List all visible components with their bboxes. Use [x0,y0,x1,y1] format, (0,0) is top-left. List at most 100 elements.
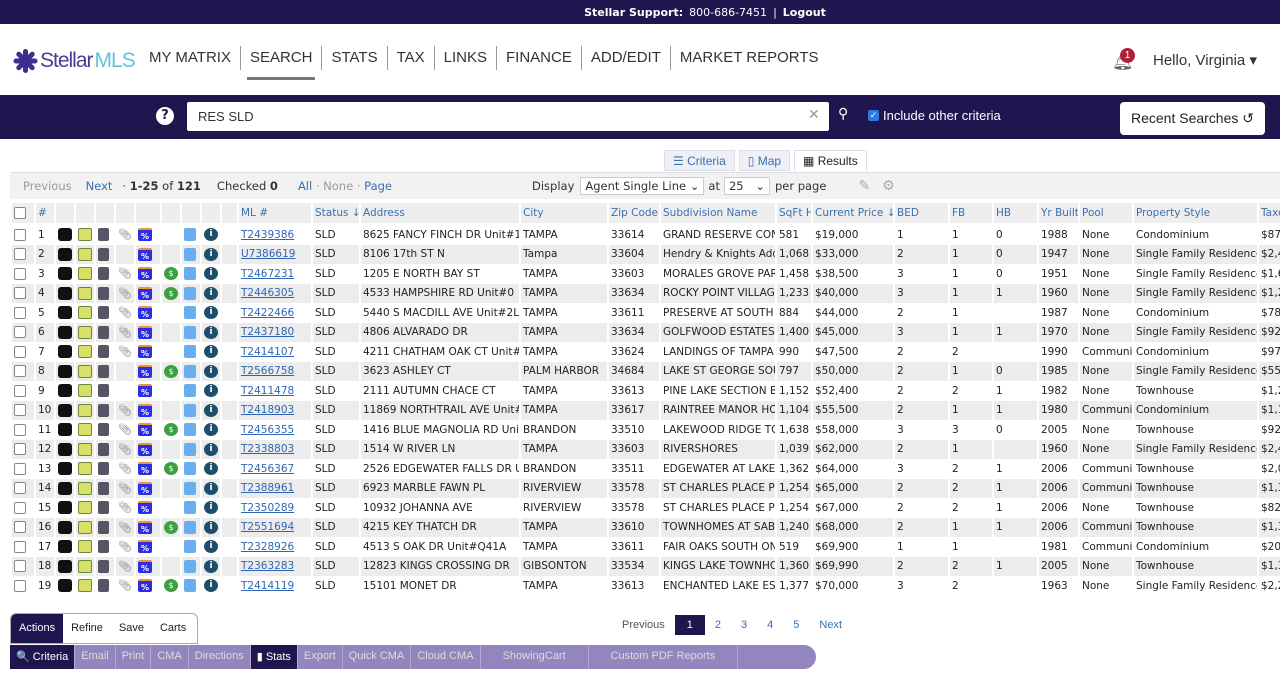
row-checkbox[interactable] [14,365,26,378]
select-all-checkbox[interactable] [12,203,34,225]
action-export[interactable]: Export [298,645,343,669]
info-icon[interactable]: i [204,540,218,554]
bank-icon[interactable] [184,579,196,593]
row-checkbox[interactable] [14,540,26,553]
column-header[interactable]: City [521,203,607,225]
row-checkbox-cell[interactable] [12,478,34,498]
row-checkbox[interactable] [14,501,26,514]
price-change-icon[interactable]: $ [164,364,178,378]
pager-page[interactable]: 1 [674,615,705,635]
photo-icon[interactable] [78,579,92,593]
camera-icon[interactable] [58,345,72,359]
bank-icon[interactable] [184,345,196,359]
bank-icon[interactable] [184,384,196,398]
document-icon[interactable] [98,384,109,398]
action-showingcart[interactable]: ShowingCart [481,645,589,669]
bank-icon[interactable] [184,442,196,456]
camera-icon[interactable] [58,501,72,515]
previous-link[interactable]: Previous [23,179,72,193]
paperclip-icon[interactable]: 📎︎ [118,267,132,280]
bank-icon[interactable] [184,325,196,339]
ml-number-link[interactable]: U7386619 [239,244,311,264]
camera-icon[interactable] [58,462,72,476]
photo-icon[interactable] [78,423,92,437]
paperclip-icon[interactable]: 📎︎ [118,501,132,514]
tab-criteria[interactable]: ☰ Criteria [664,150,735,171]
tax-house-icon[interactable]: % [138,306,152,320]
bank-icon[interactable] [184,520,196,534]
document-icon[interactable] [98,559,109,573]
column-header[interactable]: FB [950,203,992,225]
row-checkbox[interactable] [14,521,26,534]
row-checkbox-cell[interactable] [12,420,34,440]
paperclip-icon[interactable]: 📎︎ [118,560,132,573]
price-change-icon[interactable]: $ [164,462,178,476]
info-icon[interactable]: i [204,559,218,573]
select-page-link[interactable]: Page [364,179,392,193]
column-header-number[interactable]: # [36,203,54,225]
help-icon[interactable]: ? [156,107,174,125]
row-checkbox-cell[interactable] [12,556,34,576]
pager-previous[interactable]: Previous [612,615,675,635]
next-link[interactable]: Next [86,179,113,193]
column-header[interactable]: Pool [1080,203,1132,225]
paperclip-icon[interactable]: 📎︎ [118,306,132,319]
photo-icon[interactable] [78,306,92,320]
paperclip-icon[interactable]: 📎︎ [118,326,132,339]
nav-item-finance[interactable]: FINANCE [497,46,582,70]
camera-icon[interactable] [58,247,72,261]
ml-number-link[interactable]: T2414107 [239,342,311,362]
camera-icon[interactable] [58,403,72,417]
tax-house-icon[interactable]: % [138,462,152,476]
document-icon[interactable] [98,442,109,456]
paperclip-icon[interactable]: 📎︎ [118,579,132,592]
row-checkbox-cell[interactable] [12,283,34,303]
nav-item-add-edit[interactable]: ADD/EDIT [582,46,671,70]
ml-number-link[interactable]: T2467231 [239,264,311,284]
document-icon[interactable] [98,364,109,378]
document-icon[interactable] [98,501,109,515]
photo-icon[interactable] [78,267,92,281]
photo-icon[interactable] [78,286,92,300]
tab-refine[interactable]: Refine [63,614,111,643]
paperclip-icon[interactable]: 📎︎ [118,443,132,456]
logout-link[interactable]: Logout [783,6,826,19]
photo-icon[interactable] [78,247,92,261]
tax-house-icon[interactable]: % [138,403,152,417]
document-icon[interactable] [98,345,109,359]
info-icon[interactable]: i [204,423,218,437]
info-icon[interactable]: i [204,345,218,359]
column-header[interactable]: Subdivision Name [661,203,775,225]
action-email[interactable]: Email [75,645,116,669]
document-icon[interactable] [98,520,109,534]
photo-icon[interactable] [78,345,92,359]
document-icon[interactable] [98,247,109,261]
tab-carts[interactable]: Carts [152,614,194,643]
info-icon[interactable]: i [204,501,218,515]
price-change-icon[interactable]: $ [164,423,178,437]
user-menu[interactable]: Hello, Virginia ▾ [1153,51,1257,69]
checkbox[interactable] [14,207,26,219]
row-checkbox-cell[interactable] [12,517,34,537]
row-checkbox-cell[interactable] [12,381,34,401]
column-header[interactable]: Yr Built [1039,203,1078,225]
column-header[interactable]: BED [895,203,948,225]
pager-next[interactable]: Next [809,615,852,635]
action-criteria[interactable]: 🔍 Criteria [10,645,76,669]
photo-icon[interactable] [78,559,92,573]
bank-icon[interactable] [184,306,196,320]
document-icon[interactable] [98,228,109,242]
column-header[interactable]: Zip Code [609,203,659,225]
camera-icon[interactable] [58,286,72,300]
info-icon[interactable]: i [204,286,218,300]
tax-house-icon[interactable]: % [138,501,152,515]
search-input[interactable] [187,102,829,131]
row-checkbox-cell[interactable] [12,264,34,284]
price-change-icon[interactable]: $ [164,286,178,300]
row-checkbox-cell[interactable] [12,439,34,459]
row-checkbox[interactable] [14,248,26,261]
bank-icon[interactable] [184,247,196,261]
ml-number-link[interactable]: T2446305 [239,283,311,303]
photo-icon[interactable] [78,520,92,534]
camera-icon[interactable] [58,325,72,339]
